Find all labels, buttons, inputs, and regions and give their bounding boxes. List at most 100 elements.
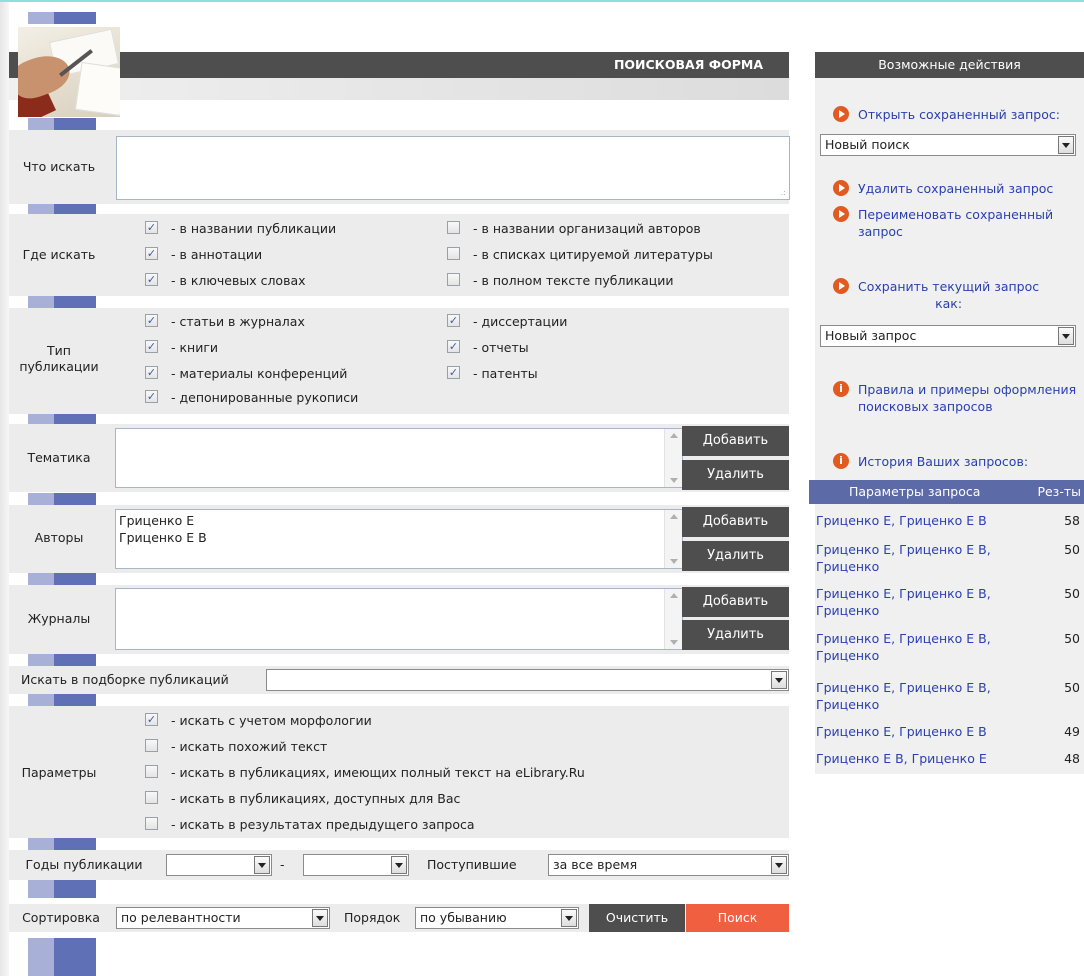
author-item[interactable]: Гриценко Е <box>119 512 194 529</box>
order-value: по убыванию <box>420 910 507 925</box>
pubtype-option-label: - отчеты <box>473 340 529 355</box>
param-checkbox[interactable]: ✓ <box>145 713 158 726</box>
play-circle-icon <box>833 278 849 294</box>
row-where: Где искать ✓ - в названии публикации ✓ -… <box>9 214 789 296</box>
saved-query-select[interactable]: Новый поиск <box>820 134 1076 156</box>
search-button[interactable]: Поиск <box>686 904 789 932</box>
history-row-count: 50 <box>1064 631 1080 646</box>
where-checkbox[interactable] <box>447 247 460 260</box>
rename-saved-link[interactable]: Переименовать сохраненный запрос <box>858 206 1053 240</box>
years-dash: - <box>280 857 285 872</box>
journals-add-button[interactable]: Добавить <box>682 587 789 617</box>
where-checkbox[interactable]: ✓ <box>145 221 158 234</box>
rename-saved-line: Переименовать сохраненный <box>858 207 1054 222</box>
history-row-text: Гриценко Е, Гриценко Е В <box>816 724 987 739</box>
decor-bar <box>28 838 96 850</box>
chevron-down-icon[interactable] <box>1058 327 1074 345</box>
param-option-label: - искать с учетом морфологии <box>171 713 372 728</box>
param-checkbox[interactable] <box>145 791 158 804</box>
chevron-down-icon[interactable] <box>254 856 270 874</box>
history-row[interactable]: Гриценко Е, Гриценко Е В 58 <box>816 512 1084 529</box>
history-row-count: 49 <box>1064 724 1080 739</box>
param-option-label: - искать в публикациях, доступных для Ва… <box>171 791 461 806</box>
author-item[interactable]: Гриценко Е В <box>119 529 207 546</box>
journals-remove-button[interactable]: Удалить <box>682 620 789 650</box>
year-to-select[interactable] <box>303 854 409 876</box>
decor-bar <box>28 938 96 976</box>
history-row[interactable]: Гриценко Е, Гриценко Е В, Гриценко 50 <box>816 679 1084 713</box>
param-checkbox[interactable] <box>145 765 158 778</box>
collection-label: Искать в подборке публикаций <box>21 672 229 687</box>
history-row-count: 58 <box>1064 513 1080 528</box>
pubtype-checkbox[interactable]: ✓ <box>447 340 460 353</box>
clear-button[interactable]: Очистить <box>589 904 685 932</box>
history-row-text: Гриценко <box>816 603 880 618</box>
sort-select[interactable]: по релевантности <box>116 907 330 929</box>
param-checkbox[interactable] <box>145 739 158 752</box>
topics-scrollbar[interactable] <box>664 429 682 487</box>
authors-add-button[interactable]: Добавить <box>682 507 789 537</box>
where-checkbox[interactable]: ✓ <box>145 273 158 286</box>
journals-list[interactable] <box>115 588 683 650</box>
decor-bar <box>28 493 96 505</box>
where-checkbox[interactable] <box>447 273 460 286</box>
where-option-label: - в списках цитируемой литературы <box>473 247 713 262</box>
received-select[interactable]: за все время <box>548 854 789 876</box>
chevron-down-icon[interactable] <box>561 909 577 927</box>
pubtype-checkbox[interactable]: ✓ <box>447 366 460 379</box>
pubtype-checkbox[interactable]: ✓ <box>145 314 158 327</box>
where-option-label: - в аннотации <box>171 247 263 262</box>
chevron-down-icon[interactable] <box>771 856 787 874</box>
authors-scrollbar[interactable] <box>664 510 682 568</box>
pubtype-checkbox[interactable]: ✓ <box>447 314 460 327</box>
sort-label: Сортировка <box>22 910 100 925</box>
chevron-down-icon[interactable] <box>771 671 787 689</box>
chevron-down-icon[interactable] <box>1058 136 1074 154</box>
authors-list[interactable]: Гриценко Е Гриценко Е В <box>115 509 683 569</box>
history-row-text: Гриценко Е, Гриценко Е В <box>816 513 987 528</box>
form-title: ПОИСКОВАЯ ФОРМА <box>613 57 763 72</box>
history-row[interactable]: Гриценко Е В, Гриценко Е 48 <box>816 750 1084 767</box>
chevron-down-icon[interactable] <box>391 856 407 874</box>
delete-saved-link[interactable]: Удалить сохраненный запрос <box>858 180 1053 197</box>
save-current-line: как: <box>935 296 963 311</box>
pubtype-option-label: - патенты <box>473 366 538 381</box>
journals-scrollbar[interactable] <box>664 589 682 649</box>
save-as-select[interactable]: Новый запрос <box>820 325 1076 347</box>
collection-select[interactable] <box>266 669 789 691</box>
authors-label: Авторы <box>34 530 84 545</box>
authors-remove-button[interactable]: Удалить <box>682 541 789 571</box>
order-label: Порядок <box>344 910 401 925</box>
history-row[interactable]: Гриценко Е, Гриценко Е В 49 <box>816 723 1084 740</box>
history-link[interactable]: История Ваших запросов: <box>858 453 1028 470</box>
sort-value: по релевантности <box>121 910 241 925</box>
info-circle-icon <box>833 381 849 397</box>
history-row-text: Гриценко <box>816 697 880 712</box>
decor-bar <box>28 694 96 706</box>
pubtype-checkbox[interactable]: ✓ <box>145 366 158 379</box>
history-row[interactable]: Гриценко Е, Гриценко Е В, Гриценко 50 <box>816 630 1084 664</box>
save-current-link[interactable]: Сохранить текущий запрос как: <box>858 278 1039 312</box>
query-textarea[interactable]: .: <box>116 136 790 200</box>
param-checkbox[interactable] <box>145 817 158 830</box>
where-checkbox[interactable] <box>447 221 460 234</box>
pubtype-label-line: Тип <box>47 343 71 358</box>
row-params: Параметры ✓ - искать с учетом морфологии… <box>9 706 789 838</box>
open-saved-link[interactable]: Открыть сохраненный запрос: <box>858 106 1060 123</box>
where-checkbox[interactable]: ✓ <box>145 247 158 260</box>
row-topics: Тематика Добавить Удалить <box>9 424 789 492</box>
form-subheader <box>9 78 789 100</box>
rules-link[interactable]: Правила и примеры оформления поисковых з… <box>858 381 1076 415</box>
chevron-down-icon[interactable] <box>312 909 328 927</box>
history-row[interactable]: Гриценко Е, Гриценко Е В, Гриценко 50 <box>816 541 1084 575</box>
topics-remove-button[interactable]: Удалить <box>682 460 789 490</box>
year-from-select[interactable] <box>166 854 272 876</box>
pubtype-checkbox[interactable]: ✓ <box>145 340 158 353</box>
decor-bar <box>28 573 96 585</box>
pubtype-checkbox[interactable]: ✓ <box>145 390 158 403</box>
topics-add-button[interactable]: Добавить <box>682 426 789 456</box>
order-select[interactable]: по убыванию <box>415 907 579 929</box>
topics-list[interactable] <box>115 428 683 488</box>
history-row[interactable]: Гриценко Е, Гриценко Е В, Гриценко 50 <box>816 585 1084 619</box>
play-circle-icon <box>833 206 849 222</box>
